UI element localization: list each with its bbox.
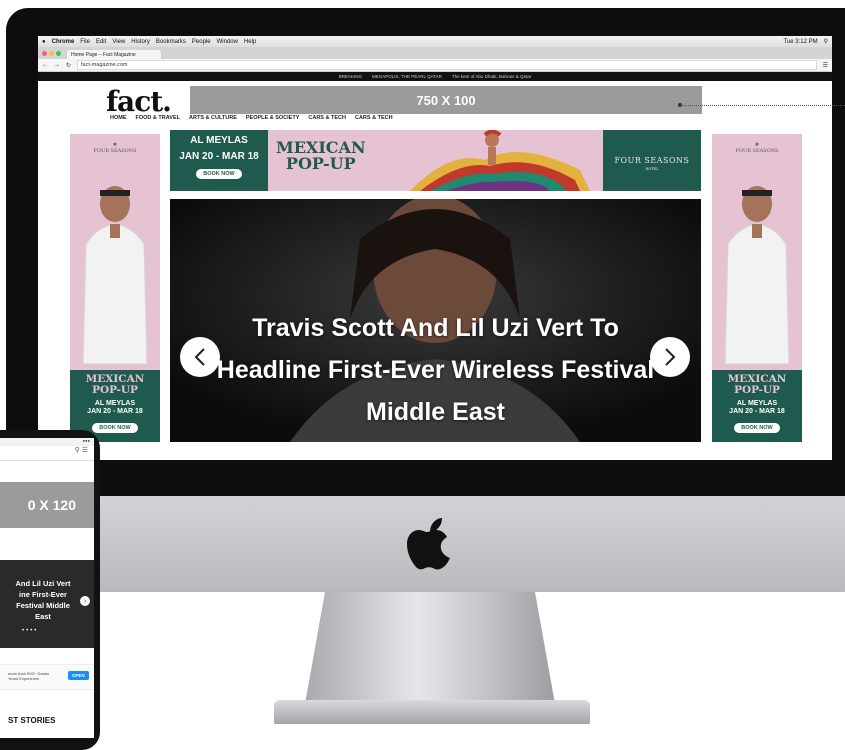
mac-menubar: ● Chrome File Edit View History Bookmark…: [38, 36, 832, 47]
nav-cars-tech[interactable]: CARS & TECH: [308, 115, 346, 121]
callout-line: [680, 105, 845, 106]
phone-hero-headline[interactable]: And Lil Uzi Vert ine First-Ever Festival…: [10, 578, 76, 622]
minimize-window-icon[interactable]: [49, 50, 54, 56]
banner-ad-dates: JAN 20 - MAR 18: [179, 151, 259, 162]
breaking-right-text: The best of Abu Dhabi, Bahrain & Qatar: [451, 74, 532, 79]
browser-tab[interactable]: Home Page – Fact Magazine: [67, 50, 161, 59]
imac-stand-base: [274, 700, 590, 724]
phone-search-icon[interactable]: ⚲: [75, 447, 80, 454]
forward-icon[interactable]: →: [54, 62, 60, 68]
zoom-window-icon[interactable]: [56, 50, 61, 56]
banner-ad-cta-panel: AL MEYLAS JAN 20 - MAR 18 BOOK NOW: [170, 130, 268, 191]
browser-tabbar: Home Page – Fact Magazine: [38, 47, 832, 59]
site-header: fact. 750 X 100 HOME FOOD & TRAVEL ARTS …: [38, 81, 832, 127]
phone-app-banner: more than 500+ Gastro Years Experience O…: [0, 664, 94, 690]
phone-ad-placeholder[interactable]: 0 X 120: [0, 482, 94, 528]
menu-history[interactable]: History: [131, 39, 150, 45]
left-skyscraper-ad[interactable]: ❃ FOUR SEASONS MEXICAN POP-UP AL MEYLAS …: [70, 134, 160, 442]
banner-book-now-button[interactable]: BOOK NOW: [196, 169, 242, 179]
menu-edit[interactable]: Edit: [96, 39, 106, 45]
nav-food-travel[interactable]: FOOD & TRAVEL: [136, 115, 181, 121]
right-skyscraper-ad[interactable]: ❃ FOUR SEASONS MEXICAN POP-UP AL MEYLAS …: [712, 134, 802, 442]
phone-status-bar: ●●●: [0, 438, 94, 446]
breaking-news-bar: BREAKING MEGAPOLIS, THE PEARL QATAR The …: [38, 72, 832, 81]
skyscraper-brand-logo: ❃ FOUR SEASONS: [70, 142, 160, 154]
menu-help[interactable]: Help: [244, 39, 256, 45]
menu-file[interactable]: File: [80, 39, 90, 45]
menu-people[interactable]: People: [192, 39, 211, 45]
hero-carousel[interactable]: Travis Scott And Lil Uzi Vert To Headlin…: [170, 199, 701, 442]
window-controls: [42, 50, 61, 56]
leaderboard-ad-placeholder[interactable]: 750 X 100: [190, 86, 702, 114]
phone-menu-icon[interactable]: ☰: [82, 447, 88, 454]
banner-ad[interactable]: AL MEYLAS JAN 20 - MAR 18 BOOK NOW MEXIC…: [170, 130, 701, 191]
close-window-icon[interactable]: [42, 50, 47, 56]
banner-brand-sub: HOTEL: [645, 167, 659, 171]
menubar-clock[interactable]: Tue 3:12 PM: [783, 39, 817, 45]
browser-toolbar: ← → ↻ fact-magazine.com ☰: [38, 59, 832, 72]
phone-hero[interactable]: And Lil Uzi Vert ine First-Ever Festival…: [0, 560, 94, 648]
menu-view[interactable]: View: [112, 39, 125, 45]
back-icon[interactable]: ←: [42, 62, 48, 68]
banner-ad-headline: MEXICAN POP-UP: [276, 138, 366, 173]
banner-ad-brand-panel: FOUR SEASONS HOTEL: [603, 130, 701, 191]
banner-brand-name: FOUR SEASONS: [614, 156, 690, 165]
apple-menu-icon[interactable]: ●: [42, 39, 46, 45]
nav-home[interactable]: HOME: [110, 115, 127, 121]
phone-next-icon[interactable]: ›: [80, 596, 90, 606]
dancer-illustration: [410, 130, 590, 191]
phone-topbar: ⚲ ☰: [0, 446, 94, 461]
menu-bookmarks[interactable]: Bookmarks: [156, 39, 186, 45]
chef-photo: [82, 186, 148, 364]
apple-logo-icon: [407, 518, 450, 570]
reload-icon[interactable]: ↻: [66, 62, 71, 69]
imac-stand: [305, 592, 555, 704]
browser-menu-icon[interactable]: ☰: [823, 62, 828, 69]
phone-open-button[interactable]: OPEN: [68, 671, 89, 680]
chef-photo: [724, 186, 790, 364]
phone-app-text: more than 500+ Gastro Years Experience: [8, 671, 50, 681]
breaking-headline[interactable]: MEGAPOLIS, THE PEARL QATAR: [372, 74, 442, 79]
imac-screen: ● Chrome File Edit View History Bookmark…: [38, 36, 832, 460]
menu-app-name[interactable]: Chrome: [52, 39, 75, 45]
url-field[interactable]: fact-magazine.com: [77, 60, 817, 70]
chevron-left-icon: [194, 348, 205, 366]
hero-headline[interactable]: Travis Scott And Lil Uzi Vert To Headlin…: [210, 307, 661, 433]
phone-screen: ●●● ⚲ ☰ 0 X 120 And Lil Uzi Vert ine Fir…: [0, 438, 94, 738]
skyscraper-book-now-button[interactable]: BOOK NOW: [734, 423, 780, 433]
skyscraper-book-now-button[interactable]: BOOK NOW: [92, 423, 138, 433]
nav-people-society[interactable]: PEOPLE & SOCIETY: [246, 115, 299, 121]
phone-carousel-dots: ••••: [22, 628, 39, 634]
banner-ad-venue: AL MEYLAS: [190, 135, 248, 146]
skyscraper-brand-logo: ❃ FOUR SEASONS: [712, 142, 802, 154]
carousel-next-button[interactable]: [650, 337, 690, 377]
phone-device: ●●● ⚲ ☰ 0 X 120 And Lil Uzi Vert ine Fir…: [0, 430, 100, 750]
skyscraper-cta-panel: MEXICAN POP-UP AL MEYLAS JAN 20 - MAR 18…: [712, 370, 802, 442]
spotlight-search-icon[interactable]: ⚲: [824, 38, 828, 45]
carousel-prev-button[interactable]: [180, 337, 220, 377]
nav-cars-tech-2[interactable]: CARS & TECH: [355, 115, 393, 121]
site-logo[interactable]: fact.: [106, 85, 172, 118]
main-nav: HOME FOOD & TRAVEL ARTS & CULTURE PEOPLE…: [110, 115, 393, 121]
menu-window[interactable]: Window: [217, 39, 238, 45]
breaking-label: BREAKING: [338, 74, 363, 79]
chevron-right-icon: [665, 348, 676, 366]
nav-arts-culture[interactable]: ARTS & CULTURE: [189, 115, 237, 121]
